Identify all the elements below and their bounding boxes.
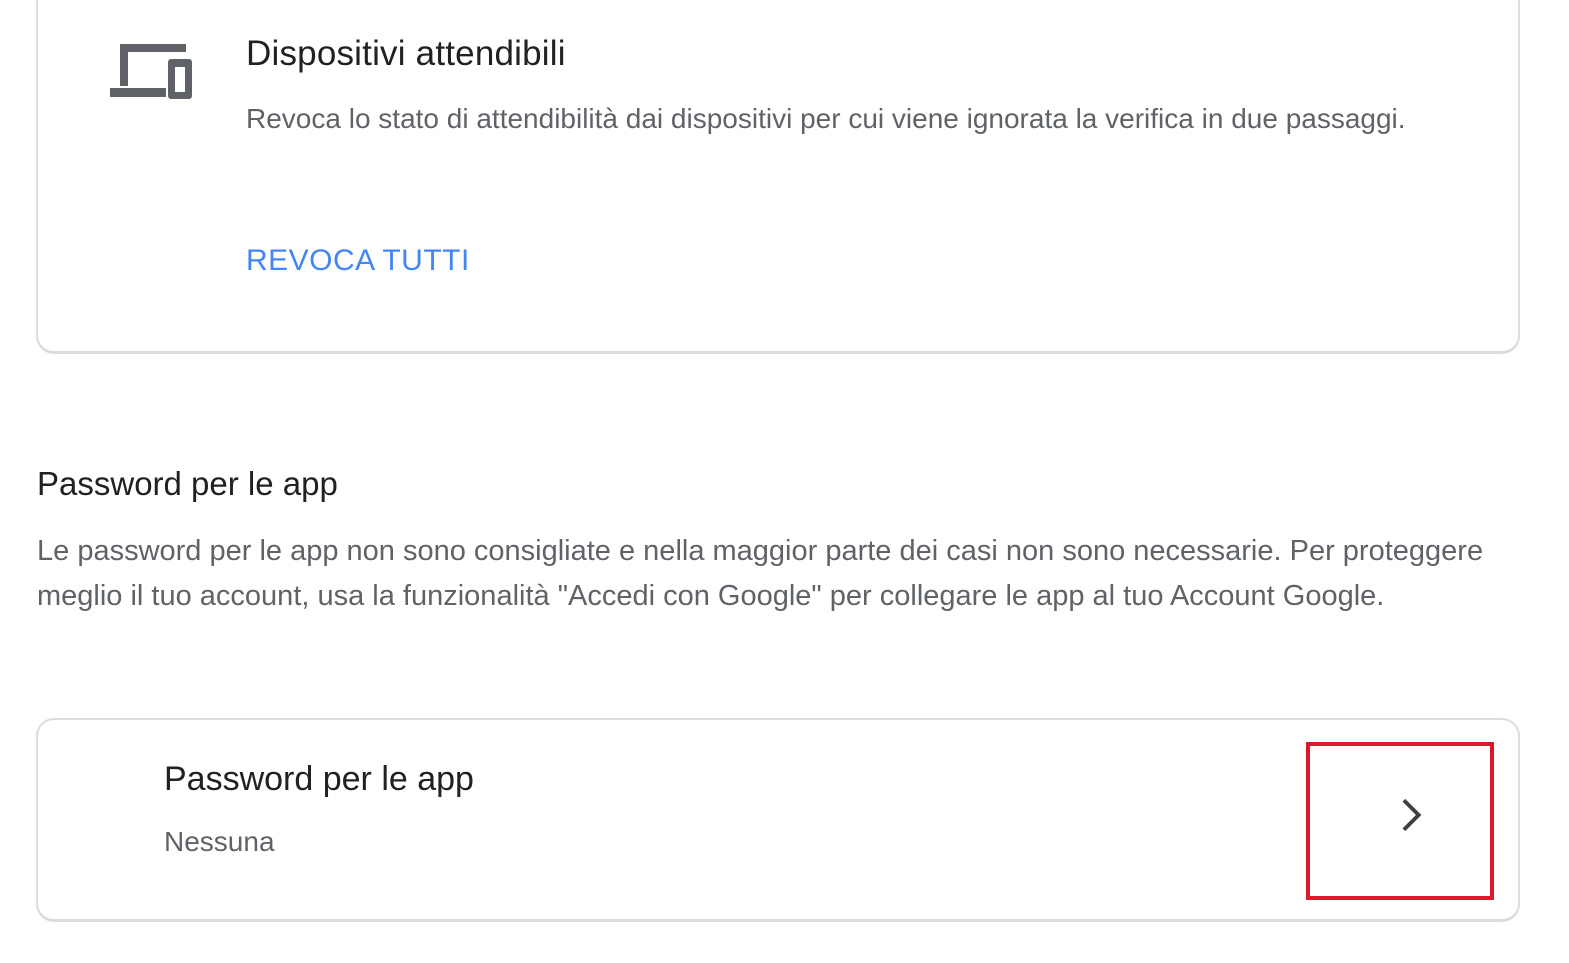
devices-icon (110, 44, 192, 99)
app-passwords-section-description: Le password per le app non sono consigli… (37, 535, 1484, 612)
app-passwords-card-title: Password per le app (164, 760, 474, 798)
highlight-box (1306, 742, 1494, 900)
app-passwords-section-title: Password per le app (37, 465, 338, 502)
revoke-all-button[interactable]: REVOCA TUTTI (246, 244, 470, 278)
app-passwords-status: Nessuna (164, 826, 275, 857)
app-passwords-card[interactable]: Password per le app Nessuna (36, 718, 1520, 922)
trusted-devices-description: Revoca lo stato di attendibilità dai dis… (246, 103, 1406, 134)
security-page: Dispositivi attendibili Revoca lo stato … (0, 0, 1569, 963)
trusted-devices-title: Dispositivi attendibili (246, 34, 566, 73)
trusted-devices-card: Dispositivi attendibili Revoca lo stato … (36, 0, 1520, 354)
